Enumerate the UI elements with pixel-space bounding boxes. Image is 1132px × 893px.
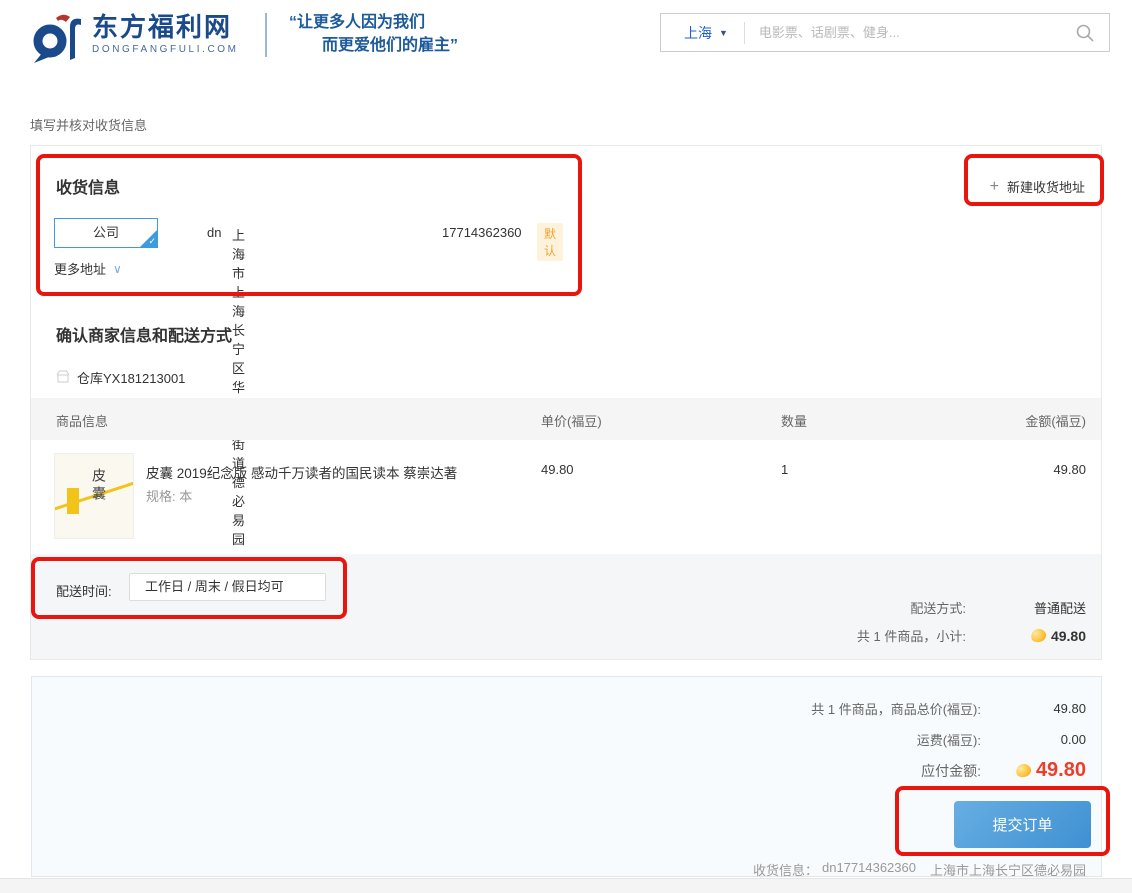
book-cover-title: 皮囊 bbox=[89, 468, 109, 504]
recipient-phone: 17714362360 bbox=[442, 225, 522, 240]
checkout-page: 东方福利网 DONGFANGFULI.COM “让更多人因为我们 而更爱他们的雇… bbox=[0, 0, 1132, 893]
total-value: 49.80 bbox=[981, 701, 1086, 716]
bean-icon bbox=[1030, 627, 1048, 643]
freight-row: 运费(福豆): 0.00 bbox=[917, 730, 1086, 749]
column-header-quantity: 数量 bbox=[781, 411, 807, 430]
delivery-method-value: 普通配送 bbox=[966, 598, 1086, 617]
delivery-time-label: 配送时间: bbox=[56, 581, 112, 600]
summary-card: 共 1 件商品，商品总价(福豆): 49.80 运费(福豆): 0.00 应付金… bbox=[31, 676, 1102, 877]
delivery-method-row: 配送方式: 普通配送 bbox=[910, 598, 1086, 617]
freight-label: 运费(福豆): bbox=[917, 730, 981, 749]
delivery-info-title: 收货信息 bbox=[56, 174, 120, 198]
header-slogan: “让更多人因为我们 而更爱他们的雇主” bbox=[289, 11, 458, 57]
column-header-amount: 金额(福豆) bbox=[1025, 411, 1086, 430]
more-addresses-label: 更多地址 bbox=[54, 259, 106, 278]
footer-address: 上海市上海长宁区德必易园 bbox=[930, 860, 1086, 879]
product-quantity: 1 bbox=[781, 462, 788, 477]
submit-order-button[interactable]: 提交订单 bbox=[954, 801, 1091, 848]
product-unit-price: 49.80 bbox=[541, 462, 574, 477]
logo-monogram-icon bbox=[30, 12, 84, 69]
column-header-unit-price: 单价(福豆) bbox=[541, 411, 602, 430]
product-spec: 规格: 本 bbox=[146, 486, 192, 505]
product-name: 皮囊 2019纪念版 感动千万读者的国民读本 蔡崇达著 bbox=[146, 462, 457, 482]
merchant-section-title: 确认商家信息和配送方式 bbox=[56, 322, 232, 346]
order-table-header: 商品信息 单价(福豆) 数量 金额(福豆) bbox=[31, 398, 1101, 440]
breadcrumb: 填写并核对收货信息 bbox=[30, 115, 147, 134]
payable-value-wrap: 49.80 bbox=[981, 759, 1086, 782]
payable-value: 49.80 bbox=[1036, 759, 1086, 782]
city-selector[interactable]: 上海 ▼ bbox=[661, 23, 744, 43]
header-divider bbox=[265, 13, 267, 57]
address-tag-company[interactable]: 公司 ✓ bbox=[54, 218, 158, 248]
footer-recipient-phone: dn17714362360 bbox=[822, 860, 916, 879]
logo-text: 东方福利网 DONGFANGFULI.COM bbox=[92, 12, 239, 55]
order-card: 收货信息 + 新建收货地址 公司 ✓ dn 上海市上海长宁区华阳路街道德必易园 … bbox=[30, 145, 1102, 660]
check-icon: ✓ bbox=[148, 236, 156, 247]
subtotal-row: 共 1 件商品，小计: 49.80 bbox=[857, 626, 1086, 645]
book-cover: 皮囊 bbox=[55, 454, 133, 538]
recipient-name: dn bbox=[207, 225, 221, 240]
bean-icon bbox=[1015, 762, 1033, 778]
total-label: 共 1 件商品，商品总价(福豆): bbox=[811, 699, 981, 718]
footer-strip bbox=[0, 878, 1132, 893]
table-row: 皮囊 皮囊 2019纪念版 感动千万读者的国民读本 蔡崇达著 规格: 本 49.… bbox=[31, 440, 1101, 554]
shipping-options-section: 配送时间: 工作日 / 周末 / 假日均可 配送方式: 普通配送 共 1 件商品… bbox=[31, 554, 1101, 659]
total-row: 共 1 件商品，商品总价(福豆): 49.80 bbox=[811, 699, 1086, 718]
slogan-line-2: 而更爱他们的雇主” bbox=[289, 34, 458, 57]
logo-name: 东方福利网 bbox=[92, 12, 239, 42]
footer-info-label: 收货信息： bbox=[753, 860, 818, 879]
search-icon[interactable] bbox=[1075, 23, 1095, 43]
shop-icon bbox=[56, 370, 70, 386]
payable-label: 应付金额: bbox=[921, 761, 981, 781]
book-label bbox=[67, 488, 79, 514]
warehouse-row: 仓库YX181213001 bbox=[56, 368, 185, 387]
product-amount: 49.80 bbox=[1053, 462, 1086, 477]
search-input[interactable] bbox=[745, 25, 1075, 40]
payable-row: 应付金额: 49.80 bbox=[921, 759, 1086, 782]
chevron-down-icon: ∨ bbox=[113, 262, 122, 276]
slogan-line-1: “让更多人因为我们 bbox=[289, 11, 458, 34]
subtotal-label: 共 1 件商品，小计: bbox=[857, 626, 966, 645]
freight-value: 0.00 bbox=[981, 732, 1086, 747]
warehouse-label: 仓库YX181213001 bbox=[77, 368, 185, 387]
column-header-product: 商品信息 bbox=[56, 411, 108, 430]
subtotal-value: 49.80 bbox=[1051, 628, 1086, 644]
default-badge: 默认 bbox=[537, 223, 563, 261]
footer-delivery-info: 收货信息： dn17714362360 上海市上海长宁区德必易园 bbox=[753, 860, 1086, 879]
logo-domain: DONGFANGFULI.COM bbox=[92, 44, 239, 55]
address-tag-label: 公司 bbox=[93, 225, 119, 240]
site-logo[interactable]: 东方福利网 DONGFANGFULI.COM bbox=[30, 12, 239, 69]
product-image[interactable]: 皮囊 bbox=[54, 453, 134, 539]
subtotal-value-wrap: 49.80 bbox=[966, 628, 1086, 644]
city-name: 上海 bbox=[684, 23, 712, 43]
delivery-time-select[interactable]: 工作日 / 周末 / 假日均可 bbox=[129, 573, 326, 601]
new-address-label: 新建收货地址 bbox=[1007, 177, 1085, 196]
delivery-method-label: 配送方式: bbox=[910, 598, 966, 617]
more-addresses-toggle[interactable]: 更多地址 ∨ bbox=[54, 259, 122, 278]
search-bar: 上海 ▼ bbox=[660, 13, 1110, 52]
address-row: 公司 ✓ dn 上海市上海长宁区华阳路街道德必易园 17714362360 默认 bbox=[54, 218, 158, 248]
plus-icon: + bbox=[990, 180, 999, 193]
new-address-button[interactable]: + 新建收货地址 bbox=[990, 177, 1085, 196]
caret-down-icon: ▼ bbox=[719, 28, 728, 38]
